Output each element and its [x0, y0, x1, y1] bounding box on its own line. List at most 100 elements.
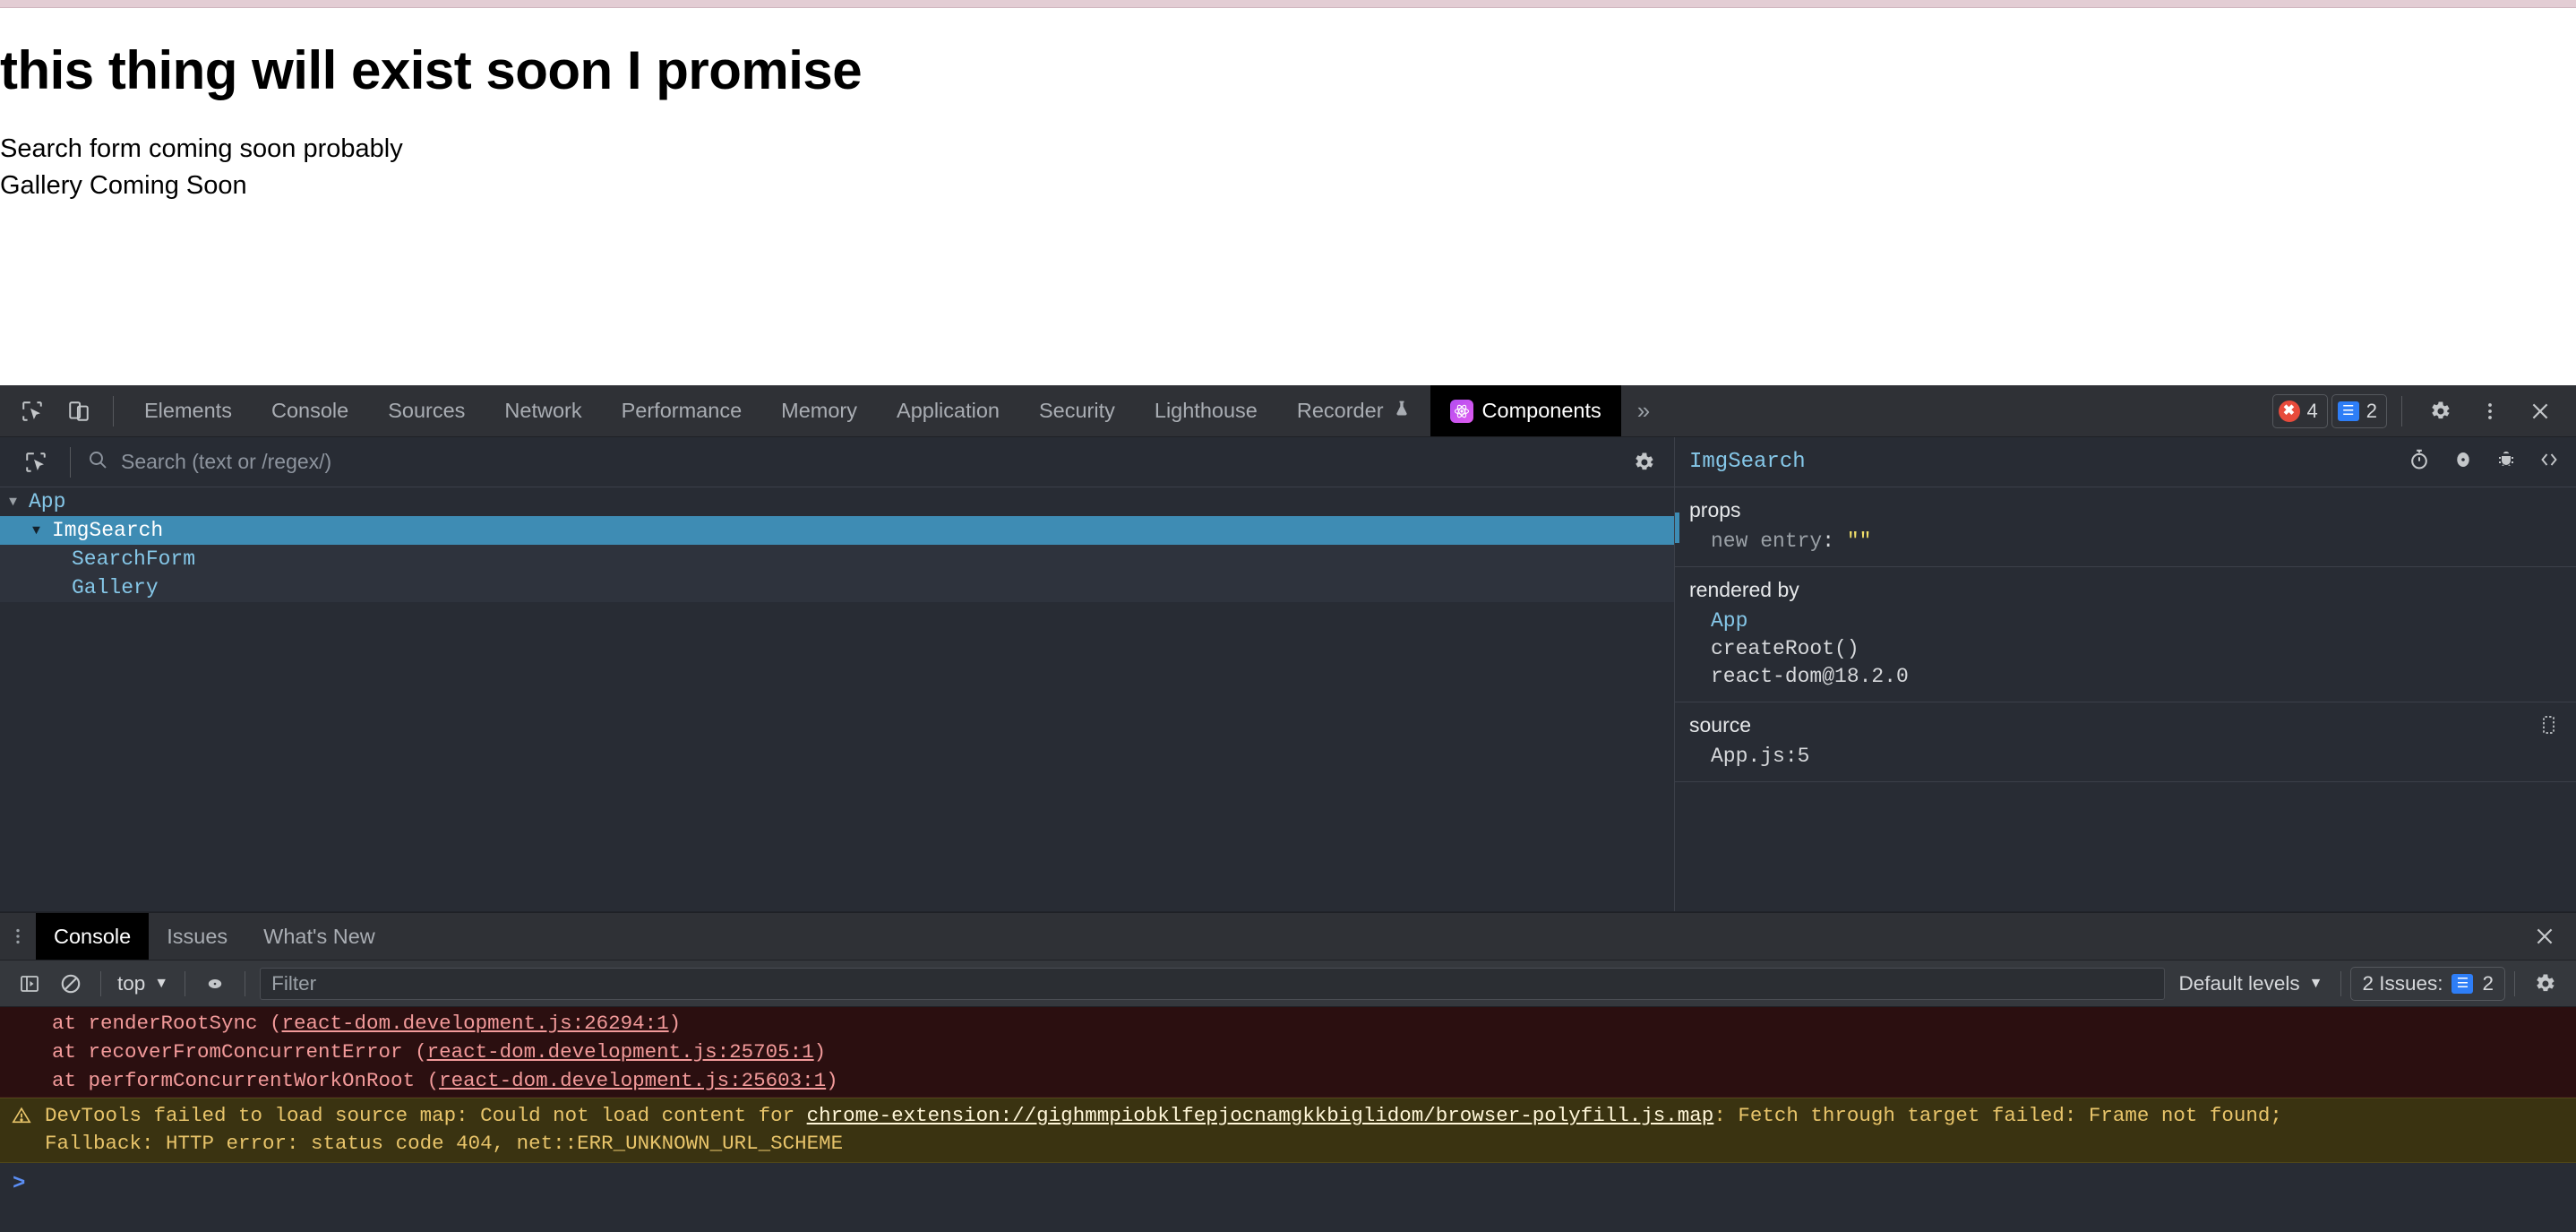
- devtools-main-toolbar: Elements Console Sources Network Perform…: [0, 385, 2576, 437]
- info-count-badge[interactable]: ☰ 2: [2331, 394, 2387, 428]
- stack-line-suffix: ): [669, 1012, 682, 1035]
- clear-console-icon[interactable]: [50, 966, 91, 1002]
- stack-line-link[interactable]: react-dom.development.js:25705:1: [427, 1040, 814, 1064]
- stack-line: at renderRootSync (react-dom.development…: [0, 1009, 2576, 1038]
- prop-row[interactable]: new entry: "": [1675, 528, 2576, 556]
- tab-lighthouse[interactable]: Lighthouse: [1135, 385, 1277, 436]
- console-warning-message[interactable]: DevTools failed to load source map: Coul…: [0, 1098, 2576, 1162]
- props-section: props new entry: "": [1675, 487, 2576, 567]
- tab-console[interactable]: Console: [252, 385, 368, 436]
- tab-components[interactable]: Components: [1430, 385, 1621, 436]
- device-toolbar-icon[interactable]: [56, 388, 102, 435]
- error-count-badge[interactable]: ✖ 4: [2272, 394, 2328, 428]
- drawer-tab-console[interactable]: Console: [36, 913, 149, 960]
- console-prompt-caret: >: [13, 1172, 25, 1196]
- gear-icon[interactable]: [2417, 388, 2463, 435]
- source-file-link[interactable]: App.js:5: [1675, 743, 2576, 771]
- bug-icon[interactable]: [2495, 448, 2517, 477]
- chevron-down-icon[interactable]: ▼: [9, 495, 29, 510]
- chevron-down-icon[interactable]: ▼: [32, 523, 52, 538]
- drawer-tab-whats-new[interactable]: What's New: [245, 913, 393, 960]
- props-section-label: props: [1675, 496, 2576, 528]
- console-toolbar-divider-4: [2340, 971, 2341, 996]
- search-icon: [87, 449, 108, 476]
- console-issues-button[interactable]: 2 Issues: ☰ 2: [2350, 967, 2505, 1001]
- drawer-tab-issues[interactable]: Issues: [149, 913, 245, 960]
- tab-application[interactable]: Application: [877, 385, 1019, 436]
- warning-line-1: DevTools failed to load source map: Coul…: [0, 1102, 2576, 1129]
- warning-suffix: : Fetch through target failed: Frame not…: [1713, 1104, 2282, 1127]
- stack-line-link[interactable]: react-dom.development.js:25603:1: [439, 1069, 826, 1092]
- close-icon[interactable]: [2517, 388, 2563, 435]
- console-filter-input[interactable]: Filter: [260, 968, 2164, 1000]
- tab-elements[interactable]: Elements: [125, 385, 252, 436]
- tree-item-imgsearch[interactable]: ▼ ImgSearch: [0, 516, 1674, 545]
- gallery-placeholder-text: Gallery Coming Soon: [0, 168, 2576, 204]
- components-settings-gear-icon[interactable]: [1620, 439, 1667, 486]
- console-messages: at renderRootSync (react-dom.development…: [0, 1007, 2576, 1232]
- eye-icon[interactable]: [2451, 448, 2476, 477]
- select-component-icon[interactable]: [13, 439, 59, 486]
- prop-key: new entry: [1711, 530, 1822, 553]
- console-levels-label: Default levels: [2179, 972, 2300, 995]
- tree-item-searchform[interactable]: SearchForm: [0, 545, 1674, 573]
- toolbar-divider: [113, 396, 114, 426]
- drawer-close-icon[interactable]: [2513, 913, 2576, 960]
- stack-line-link[interactable]: react-dom.development.js:26294:1: [282, 1012, 669, 1035]
- console-filter-toolbar: top ▼ Filter Default levels ▼ 2 Issues: …: [0, 961, 2576, 1007]
- warning-source-link[interactable]: chrome-extension://gighmmpiobklfepjocnam…: [807, 1104, 1714, 1127]
- react-logo-icon: [1450, 400, 1473, 423]
- stopwatch-icon[interactable]: [2408, 448, 2431, 477]
- tree-item-app[interactable]: ▼ App: [0, 487, 1674, 516]
- tab-recorder[interactable]: Recorder: [1277, 385, 1430, 436]
- tree-item-imgsearch-label: ImgSearch: [52, 519, 163, 542]
- chevron-down-icon: ▼: [2309, 976, 2323, 992]
- tab-sources-label: Sources: [388, 399, 465, 423]
- inspect-element-icon[interactable]: [9, 388, 56, 435]
- tab-sources[interactable]: Sources: [368, 385, 485, 436]
- devtools-window: Elements Console Sources Network Perform…: [0, 385, 2576, 1188]
- kebab-menu-icon[interactable]: [2467, 388, 2513, 435]
- console-context-selector[interactable]: top ▼: [110, 972, 176, 995]
- code-brackets-icon[interactable]: [2537, 449, 2562, 476]
- console-settings-gear-icon[interactable]: [2524, 966, 2565, 1002]
- drawer-tab-issues-label: Issues: [167, 925, 228, 949]
- devtools-toolbar-left-icons: [0, 385, 125, 436]
- tab-recorder-label: Recorder: [1297, 399, 1384, 423]
- tab-performance-label: Performance: [622, 399, 743, 423]
- live-expression-eye-icon[interactable]: [194, 966, 236, 1002]
- drawer-kebab-menu-icon[interactable]: [0, 913, 36, 960]
- component-detail-header: ImgSearch: [1675, 437, 2576, 487]
- stack-line-prefix: at performConcurrentWorkOnRoot (: [52, 1069, 439, 1092]
- tab-memory[interactable]: Memory: [761, 385, 877, 436]
- flask-icon: [1393, 399, 1411, 424]
- tree-item-gallery[interactable]: Gallery: [0, 573, 1674, 602]
- source-section: source App.js:5: [1675, 702, 2576, 782]
- console-issues-count: 2: [2482, 972, 2494, 995]
- prop-value: "": [1847, 530, 1872, 553]
- copy-source-icon[interactable]: [2540, 713, 2562, 742]
- error-count-value: 4: [2307, 400, 2318, 423]
- tab-network[interactable]: Network: [485, 385, 601, 436]
- warning-line-2: Fallback: HTTP error: status code 404, n…: [0, 1130, 2576, 1157]
- tab-console-label: Console: [271, 399, 348, 423]
- page-content: this thing will exist soon I promise Sea…: [0, 8, 2576, 205]
- console-sidebar-icon[interactable]: [9, 966, 50, 1002]
- tab-security-label: Security: [1039, 399, 1115, 423]
- component-search-input[interactable]: Search (text or /regex/): [82, 449, 1620, 476]
- warning-triangle-icon: [11, 1106, 32, 1125]
- tab-security[interactable]: Security: [1019, 385, 1135, 436]
- tab-memory-label: Memory: [781, 399, 857, 423]
- console-error-stack[interactable]: at renderRootSync (react-dom.development…: [0, 1007, 2576, 1098]
- component-tree-column: Search (text or /regex/) ▼ App ▼ ImgSear…: [0, 437, 1675, 911]
- console-levels-selector[interactable]: Default levels ▼: [2170, 972, 2332, 995]
- more-tabs-button[interactable]: »: [1621, 385, 1666, 436]
- tab-performance[interactable]: Performance: [602, 385, 762, 436]
- page-title: this thing will exist soon I promise: [0, 40, 2576, 100]
- rendered-by-row-app[interactable]: App: [1675, 607, 2576, 635]
- rendered-by-row-createroot: createRoot(): [1675, 635, 2576, 663]
- console-toolbar-divider-5: [2514, 971, 2515, 996]
- stack-line-suffix: ): [826, 1069, 838, 1092]
- console-context-label: top: [117, 972, 145, 995]
- console-prompt[interactable]: >: [0, 1163, 2576, 1196]
